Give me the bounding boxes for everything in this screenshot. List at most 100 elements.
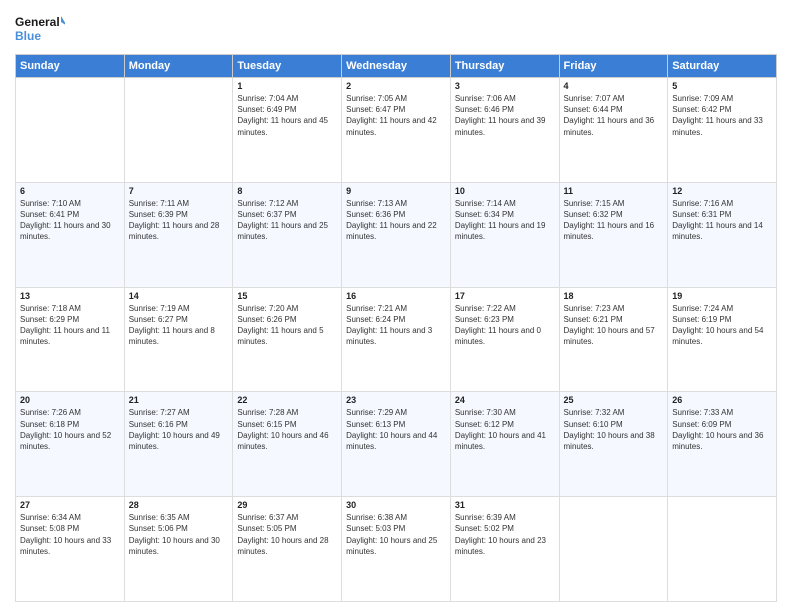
calendar-cell: 18 Sunrise: 7:23 AMSunset: 6:21 PMDayligh… (559, 287, 668, 392)
day-detail: Sunrise: 7:30 AMSunset: 6:12 PMDaylight:… (455, 407, 555, 452)
day-detail: Sunrise: 6:38 AMSunset: 5:03 PMDaylight:… (346, 512, 446, 557)
calendar-cell: 30 Sunrise: 6:38 AMSunset: 5:03 PMDayligh… (342, 497, 451, 602)
calendar-cell: 15Sunrise: 7:20 AMSunset: 6:26 PMDayligh… (233, 287, 342, 392)
day-detail: Sunrise: 7:22 AMSunset: 6:23 PMDaylight:… (455, 303, 555, 348)
day-number: 22 (237, 395, 337, 405)
calendar-cell: 27 Sunrise: 6:34 AMSunset: 5:08 PMDayligh… (16, 497, 125, 602)
day-detail: Sunrise: 7:04 AMSunset: 6:49 PMDaylight:… (237, 93, 337, 138)
calendar-week-4: 20 Sunrise: 7:26 AMSunset: 6:18 PMDayligh… (16, 392, 777, 497)
day-number: 11 (564, 186, 664, 196)
day-number: 8 (237, 186, 337, 196)
day-number: 26 (672, 395, 772, 405)
col-header-monday: Monday (124, 55, 233, 78)
day-detail: Sunrise: 6:34 AMSunset: 5:08 PMDaylight:… (20, 512, 120, 557)
calendar-cell: 14 Sunrise: 7:19 AMSunset: 6:27 PMDayligh… (124, 287, 233, 392)
day-number: 17 (455, 291, 555, 301)
calendar-cell: 21Sunrise: 7:27 AMSunset: 6:16 PMDayligh… (124, 392, 233, 497)
col-header-tuesday: Tuesday (233, 55, 342, 78)
calendar-cell: 2Sunrise: 7:05 AMSunset: 6:47 PMDaylight… (342, 78, 451, 183)
day-detail: Sunrise: 7:14 AMSunset: 6:34 PMDaylight:… (455, 198, 555, 243)
day-detail: Sunrise: 6:39 AMSunset: 5:02 PMDaylight:… (455, 512, 555, 557)
calendar-week-2: 6Sunrise: 7:10 AMSunset: 6:41 PMDaylight… (16, 182, 777, 287)
calendar-cell: 3 Sunrise: 7:06 AMSunset: 6:46 PMDaylight… (450, 78, 559, 183)
col-header-thursday: Thursday (450, 55, 559, 78)
day-detail: Sunrise: 6:35 AMSunset: 5:06 PMDaylight:… (129, 512, 229, 557)
calendar-cell: 24 Sunrise: 7:30 AMSunset: 6:12 PMDayligh… (450, 392, 559, 497)
day-detail: Sunrise: 7:15 AMSunset: 6:32 PMDaylight:… (564, 198, 664, 243)
day-detail: Sunrise: 7:16 AMSunset: 6:31 PMDaylight:… (672, 198, 772, 243)
day-number: 14 (129, 291, 229, 301)
calendar-cell: 20 Sunrise: 7:26 AMSunset: 6:18 PMDayligh… (16, 392, 125, 497)
day-detail: Sunrise: 7:23 AMSunset: 6:21 PMDaylight:… (564, 303, 664, 348)
calendar-cell (16, 78, 125, 183)
svg-text:General: General (15, 15, 60, 29)
day-number: 24 (455, 395, 555, 405)
day-number: 16 (346, 291, 446, 301)
day-number: 5 (672, 81, 772, 91)
day-detail: Sunrise: 7:33 AMSunset: 6:09 PMDaylight:… (672, 407, 772, 452)
calendar-week-1: 1 Sunrise: 7:04 AMSunset: 6:49 PMDaylight… (16, 78, 777, 183)
day-detail: Sunrise: 7:21 AMSunset: 6:24 PMDaylight:… (346, 303, 446, 348)
day-detail: Sunrise: 7:26 AMSunset: 6:18 PMDaylight:… (20, 407, 120, 452)
calendar-cell: 16 Sunrise: 7:21 AMSunset: 6:24 PMDayligh… (342, 287, 451, 392)
calendar-cell: 12 Sunrise: 7:16 AMSunset: 6:31 PMDayligh… (668, 182, 777, 287)
calendar-cell: 6Sunrise: 7:10 AMSunset: 6:41 PMDaylight… (16, 182, 125, 287)
logo: General Blue (15, 10, 65, 48)
day-number: 6 (20, 186, 120, 196)
day-number: 23 (346, 395, 446, 405)
calendar-cell: 25 Sunrise: 7:32 AMSunset: 6:10 PMDayligh… (559, 392, 668, 497)
day-detail: Sunrise: 7:07 AMSunset: 6:44 PMDaylight:… (564, 93, 664, 138)
day-detail: Sunrise: 7:32 AMSunset: 6:10 PMDaylight:… (564, 407, 664, 452)
day-detail: Sunrise: 7:09 AMSunset: 6:42 PMDaylight:… (672, 93, 772, 138)
day-number: 27 (20, 500, 120, 510)
day-detail: Sunrise: 7:11 AMSunset: 6:39 PMDaylight:… (129, 198, 229, 243)
day-detail: Sunrise: 7:19 AMSunset: 6:27 PMDaylight:… (129, 303, 229, 348)
calendar-cell: 4Sunrise: 7:07 AMSunset: 6:44 PMDaylight… (559, 78, 668, 183)
calendar-cell: 8 Sunrise: 7:12 AMSunset: 6:37 PMDaylight… (233, 182, 342, 287)
day-detail: Sunrise: 7:20 AMSunset: 6:26 PMDaylight:… (237, 303, 337, 348)
day-number: 28 (129, 500, 229, 510)
day-number: 12 (672, 186, 772, 196)
calendar-cell: 10 Sunrise: 7:14 AMSunset: 6:34 PMDayligh… (450, 182, 559, 287)
calendar-table: SundayMondayTuesdayWednesdayThursdayFrid… (15, 54, 777, 602)
calendar-header-row: SundayMondayTuesdayWednesdayThursdayFrid… (16, 55, 777, 78)
calendar-cell: 1 Sunrise: 7:04 AMSunset: 6:49 PMDaylight… (233, 78, 342, 183)
col-header-sunday: Sunday (16, 55, 125, 78)
day-number: 3 (455, 81, 555, 91)
day-number: 29 (237, 500, 337, 510)
day-number: 1 (237, 81, 337, 91)
day-number: 31 (455, 500, 555, 510)
day-detail: Sunrise: 7:24 AMSunset: 6:19 PMDaylight:… (672, 303, 772, 348)
calendar-cell: 28 Sunrise: 6:35 AMSunset: 5:06 PMDayligh… (124, 497, 233, 602)
calendar-cell: 29 Sunrise: 6:37 AMSunset: 5:05 PMDayligh… (233, 497, 342, 602)
day-detail: Sunrise: 6:37 AMSunset: 5:05 PMDaylight:… (237, 512, 337, 557)
calendar-cell (668, 497, 777, 602)
calendar-cell (559, 497, 668, 602)
calendar-cell: 26 Sunrise: 7:33 AMSunset: 6:09 PMDayligh… (668, 392, 777, 497)
calendar-cell: 9Sunrise: 7:13 AMSunset: 6:36 PMDaylight… (342, 182, 451, 287)
day-number: 7 (129, 186, 229, 196)
day-number: 21 (129, 395, 229, 405)
day-number: 25 (564, 395, 664, 405)
day-number: 30 (346, 500, 446, 510)
page-header: General Blue (15, 10, 777, 48)
day-detail: Sunrise: 7:18 AMSunset: 6:29 PMDaylight:… (20, 303, 120, 348)
calendar-cell: 11 Sunrise: 7:15 AMSunset: 6:32 PMDayligh… (559, 182, 668, 287)
day-number: 9 (346, 186, 446, 196)
day-detail: Sunrise: 7:06 AMSunset: 6:46 PMDaylight:… (455, 93, 555, 138)
col-header-saturday: Saturday (668, 55, 777, 78)
calendar-cell: 23 Sunrise: 7:29 AMSunset: 6:13 PMDayligh… (342, 392, 451, 497)
col-header-friday: Friday (559, 55, 668, 78)
calendar-cell: 22Sunrise: 7:28 AMSunset: 6:15 PMDayligh… (233, 392, 342, 497)
svg-text:Blue: Blue (15, 29, 41, 43)
calendar-week-3: 13Sunrise: 7:18 AMSunset: 6:29 PMDayligh… (16, 287, 777, 392)
day-detail: Sunrise: 7:29 AMSunset: 6:13 PMDaylight:… (346, 407, 446, 452)
day-number: 10 (455, 186, 555, 196)
day-number: 18 (564, 291, 664, 301)
col-header-wednesday: Wednesday (342, 55, 451, 78)
day-detail: Sunrise: 7:05 AMSunset: 6:47 PMDaylight:… (346, 93, 446, 138)
day-detail: Sunrise: 7:12 AMSunset: 6:37 PMDaylight:… (237, 198, 337, 243)
calendar-cell: 31 Sunrise: 6:39 AMSunset: 5:02 PMDayligh… (450, 497, 559, 602)
logo-svg: General Blue (15, 10, 65, 48)
day-number: 20 (20, 395, 120, 405)
